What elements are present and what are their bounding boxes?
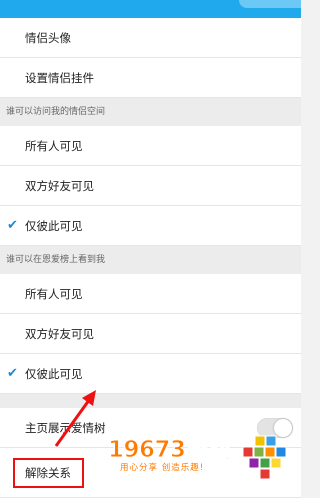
highlight-box <box>13 458 84 488</box>
checkmark-icon: ✔ <box>7 218 18 233</box>
settings-list: 情侣头像 设置情侣挂件 谁可以访问我的情侣空间 所有人可见 双方好友可见 ✔ 仅… <box>0 18 301 498</box>
option-label: 双方好友可见 <box>25 179 94 193</box>
checkmark-icon: ✔ <box>7 366 18 381</box>
couple-avatar-row[interactable]: 情侣头像 <box>0 18 301 58</box>
annotation-arrow-icon <box>54 390 96 447</box>
rank-option-everyone[interactable]: 所有人可见 <box>0 274 301 314</box>
rank-option-mutual-friends[interactable]: 双方好友可见 <box>0 314 301 354</box>
top-bar <box>0 0 301 18</box>
option-label: 仅彼此可见 <box>25 219 83 233</box>
section-spacer <box>0 394 301 408</box>
couple-avatar-label: 情侣头像 <box>25 31 71 45</box>
space-option-everyone[interactable]: 所有人可见 <box>0 126 301 166</box>
top-bar-button[interactable] <box>239 0 301 8</box>
couple-pendant-label: 设置情侣挂件 <box>25 71 94 85</box>
couple-pendant-row[interactable]: 设置情侣挂件 <box>0 58 301 98</box>
option-label: 双方好友可见 <box>25 327 94 341</box>
site-watermark: 19673游戏 用心分享 创造乐趣! <box>108 430 301 488</box>
option-label: 所有人可见 <box>25 287 83 301</box>
watermark-title: 19673游戏 <box>108 437 232 464</box>
rank-option-only-us[interactable]: ✔ 仅彼此可见 <box>0 354 301 394</box>
space-option-mutual-friends[interactable]: 双方好友可见 <box>0 166 301 206</box>
section-header-space-access: 谁可以访问我的情侣空间 <box>0 98 301 126</box>
watermark-cube-icon <box>242 435 287 480</box>
watermark-subtitle: 用心分享 创造乐趣! <box>120 463 205 473</box>
option-label: 所有人可见 <box>25 139 83 153</box>
space-option-only-us[interactable]: ✔ 仅彼此可见 <box>0 206 301 246</box>
section-header-ranking-visibility: 谁可以在恩爱榜上看到我 <box>0 246 301 274</box>
option-label: 仅彼此可见 <box>25 367 83 381</box>
